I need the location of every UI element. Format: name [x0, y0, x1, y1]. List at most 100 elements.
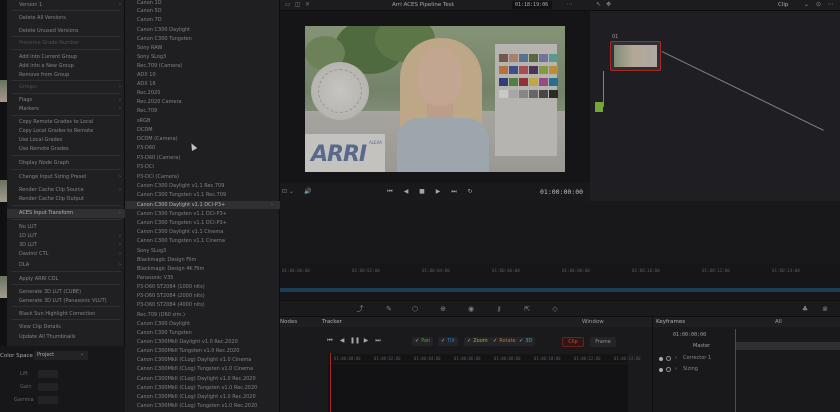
corrector-node[interactable]: 01: [610, 34, 661, 71]
input-transform-option[interactable]: Blackmagic Design 4K Film: [137, 266, 204, 274]
menu-item[interactable]: 1D LUT: [19, 233, 37, 241]
input-transform-option[interactable]: Canon C300 Daylight: [137, 321, 190, 329]
track-forward-icon[interactable]: ▶: [362, 337, 370, 345]
tracker-mode-select[interactable]: Window: [582, 319, 604, 325]
tracker-playhead[interactable]: [330, 353, 331, 412]
more-options-icon[interactable]: ⋯: [565, 1, 574, 9]
input-transform-option[interactable]: Blackmagic Design Film: [137, 257, 196, 265]
keyframes-master-track[interactable]: [735, 342, 840, 350]
input-transform-option[interactable]: P3-DCI: [137, 164, 154, 172]
input-transform-option[interactable]: P3-D60: [137, 145, 155, 153]
input-transform-option[interactable]: ADX 10: [137, 72, 156, 80]
input-transform-option[interactable]: Canon C300MkII (CLog) Daylight v1.0 Rec.…: [137, 394, 256, 402]
skip-back-icon[interactable]: ⏮: [386, 188, 394, 196]
menu-item[interactable]: Copy Remote Grades to Local: [19, 119, 93, 127]
node-mode-label[interactable]: Clip: [778, 2, 788, 8]
value-field[interactable]: [38, 370, 58, 378]
timeline-track[interactable]: [280, 288, 840, 292]
curves-icon[interactable]: ⤴: [355, 304, 365, 314]
motion-effects-icon[interactable]: ♣: [800, 304, 810, 314]
node-output-port[interactable]: [595, 102, 603, 112]
input-transform-option[interactable]: Rec.2020: [137, 90, 160, 98]
input-transform-option[interactable]: Canon C300MkII (CLog) Daylight v1.0 Cine…: [137, 357, 251, 365]
menu-item[interactable]: Render Cache Clip Source: [19, 187, 84, 195]
input-transform-option[interactable]: P3-D60 ST2084 (1000 nits): [137, 284, 205, 292]
input-transform-option[interactable]: Canon C300 Tungsten v1.1 DCI-P3+: [137, 220, 227, 228]
tracker-icon[interactable]: ⊕: [438, 304, 448, 314]
menu-item[interactable]: ACES Input Transform: [19, 210, 73, 218]
row-keyframe-icon[interactable]: [666, 356, 671, 361]
gallery-still[interactable]: [0, 180, 7, 202]
row-expand-icon[interactable]: ›: [675, 366, 677, 372]
keyframes-playhead[interactable]: [735, 329, 736, 412]
blur-icon[interactable]: ◉: [466, 304, 476, 314]
viewer-timecode[interactable]: 01:00:00:00: [540, 188, 583, 196]
menu-item[interactable]: Generate 3D LUT (CUBE): [19, 289, 81, 297]
input-transform-option[interactable]: Canon C300MkII (CLog) Daylight v1.0 Rec.…: [137, 376, 256, 384]
menu-item[interactable]: Black Sun Highlight Correction: [19, 311, 95, 319]
tracker-tilt-checkbox[interactable]: ✓ Tilt: [438, 337, 458, 346]
keyframes-toggle-icon[interactable]: ⊗: [820, 304, 830, 314]
chevron-down-icon[interactable]: ⌄: [802, 1, 811, 9]
menu-item[interactable]: DLA: [19, 262, 29, 270]
node-pointer-icon[interactable]: ↖: [594, 1, 603, 9]
value-field[interactable]: [38, 383, 58, 391]
qualifier-icon[interactable]: ✎: [384, 304, 394, 314]
input-transform-option[interactable]: Canon C300 Tungsten: [137, 36, 192, 44]
key-icon[interactable]: ⚷: [494, 304, 504, 314]
node-editor[interactable]: 01: [590, 11, 840, 201]
magnify-icon[interactable]: ⊙: [814, 1, 823, 9]
input-transform-option[interactable]: Panasonic V35: [137, 275, 173, 283]
menu-item[interactable]: Delete All Versions: [19, 15, 66, 23]
gallery-still[interactable]: [0, 276, 7, 298]
timeline-ruler[interactable]: 01:00:00:00 01:00:02:00 01:00:04:00 01:00:0…: [280, 264, 840, 276]
timeline-dropdown-caret[interactable]: ⌄: [451, 2, 455, 8]
viewer-mode-icon[interactable]: ▭: [283, 1, 292, 9]
input-transform-option[interactable]: Canon C300 Daylight v1.1 Cinema: [137, 229, 223, 237]
input-transform-option[interactable]: ADX 16: [137, 81, 156, 89]
split-screen-icon[interactable]: ◫: [293, 1, 302, 9]
loop-icon[interactable]: ↻: [466, 188, 474, 196]
viewer[interactable]: ARRI ALEXA: [280, 11, 590, 183]
menu-item[interactable]: Display Node Graph: [19, 160, 69, 168]
input-transform-option[interactable]: Sony SLog3: [137, 54, 166, 62]
input-transform-option[interactable]: Canon C300 Tungsten v1.1 Cinema: [137, 238, 225, 246]
row-enable-icon[interactable]: [659, 368, 663, 372]
menu-item[interactable]: Flags: [19, 97, 32, 105]
input-transform-option[interactable]: Sony SLog3: [137, 248, 166, 256]
menu-item[interactable]: No LUT: [19, 224, 37, 232]
play-icon[interactable]: ▶: [434, 188, 442, 196]
menu-item[interactable]: Generate 3D LUT (Panasonic VLUT): [19, 298, 107, 306]
menu-item[interactable]: Markers: [19, 106, 39, 114]
row-expand-icon[interactable]: ›: [675, 355, 677, 361]
row-enable-icon[interactable]: [659, 357, 663, 361]
viewer-zoom-icon[interactable]: ⊡ ⌄: [282, 188, 294, 195]
input-transform-option[interactable]: Canon C300MkII (CLog) Tungsten v1.0 Rec.…: [137, 385, 257, 393]
input-transform-option[interactable]: P3-D60 ST2084 (2000 nits): [137, 293, 205, 301]
input-transform-option[interactable]: Canon C300 Daylight: [137, 27, 190, 35]
track-forward-end-icon[interactable]: ⏭: [374, 337, 382, 345]
skip-forward-icon[interactable]: ⏭: [450, 188, 458, 196]
volume-icon[interactable]: 🔊: [304, 188, 312, 196]
track-reverse-start-icon[interactable]: ⏮: [326, 337, 334, 345]
track-clip-button[interactable]: Clip: [562, 337, 584, 347]
node-hand-icon[interactable]: ✥: [604, 1, 613, 9]
input-transform-option[interactable]: Sony RAW: [137, 45, 162, 53]
input-transform-option[interactable]: Canon 5D: [137, 8, 162, 16]
input-transform-option[interactable]: P3-DCI (Camera): [137, 174, 179, 182]
input-transform-option[interactable]: Canon C300MkII (CLog) Tungsten v1.0 Cine…: [137, 366, 253, 374]
track-frame-button[interactable]: Frame: [590, 337, 616, 347]
chevron-down-icon[interactable]: ⌄: [80, 351, 84, 357]
input-transform-option[interactable]: Canon C300 Tungsten v1.1 DCI-P3+: [137, 211, 227, 219]
menu-item[interactable]: Add into Current Group: [19, 54, 77, 62]
menu-item[interactable]: Apply ARRI CDL: [19, 276, 58, 284]
menu-item[interactable]: Update All Thumbnails: [19, 334, 76, 342]
node-options-icon[interactable]: ⋯: [826, 1, 835, 9]
input-transform-option[interactable]: DCDM (Camera): [137, 136, 178, 144]
menu-item[interactable]: Use Local Grades: [19, 137, 62, 145]
input-transform-option[interactable]: Canon C300MkII Daylight v1.0 Rec.2020: [137, 339, 238, 347]
tracker-zoom-checkbox[interactable]: ✓ Zoom: [464, 337, 491, 346]
keyframes-filter-select[interactable]: All: [775, 319, 782, 325]
value-field[interactable]: [38, 396, 58, 404]
nodes-tab[interactable]: Nodes: [280, 319, 297, 325]
